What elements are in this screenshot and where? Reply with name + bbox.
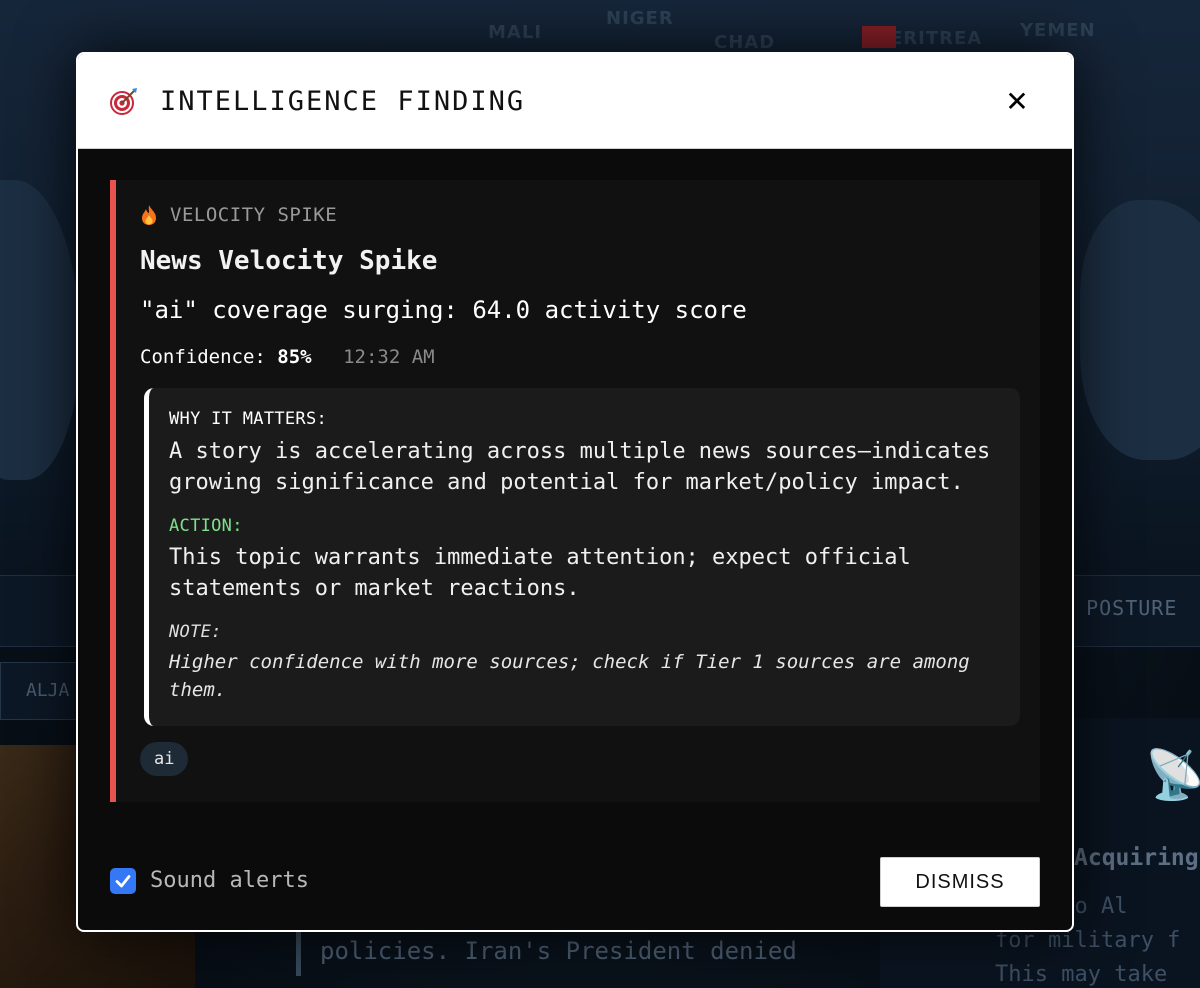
target-icon (110, 88, 137, 115)
dismiss-button[interactable]: DISMISS (880, 857, 1040, 907)
map-landmass (0, 180, 80, 480)
finding-type: VELOCITY SPIKE (140, 204, 337, 226)
sound-alerts-checkbox[interactable] (110, 868, 136, 894)
posture-panel-title: C POSTURE (1060, 596, 1178, 620)
map-landmass (1080, 200, 1200, 460)
map-label-country: MALI (488, 22, 543, 43)
why-it-matters-text: A story is accelerating across multiple … (169, 439, 991, 495)
fire-icon (142, 205, 156, 225)
sound-alerts-toggle[interactable]: Sound alerts (110, 866, 309, 896)
map-label-country: NIGER (606, 8, 674, 29)
finding-timestamp: 12:32 AM (343, 346, 435, 368)
map-label-country: YEMEN (1020, 20, 1096, 41)
satellite-dish-icon: 📡 (1145, 747, 1200, 803)
finding-type-label: VELOCITY SPIKE (170, 204, 338, 226)
insight-box: WHY IT MATTERS: A story is accelerating … (144, 388, 1020, 726)
map-label-country: CHAD (714, 32, 776, 53)
finding-summary: "ai" coverage surging: 64.0 activity sco… (140, 296, 747, 324)
map-label-country: ERITREA (890, 28, 983, 49)
map-marker-flag (862, 26, 896, 48)
confidence-value: 85% (277, 346, 312, 368)
confidence-label: Confidence: (140, 346, 266, 368)
status-card-heading: Acquiring (1074, 845, 1199, 871)
quote-bar (296, 930, 301, 976)
status-card-line: This may take 30 (995, 962, 1168, 987)
source-tab-label: ALJA (26, 680, 70, 701)
action-text: This topic warrants immediate attention;… (169, 545, 911, 601)
why-it-matters-label: WHY IT MATTERS: (169, 409, 328, 429)
checkmark-icon (115, 875, 131, 888)
note-text: Higher confidence with more sources; che… (169, 651, 970, 701)
news-snippet: policies. Iran's President denied (320, 937, 797, 965)
modal-header: INTELLIGENCE FINDING ✕ (78, 54, 1072, 149)
modal-title: INTELLIGENCE FINDING (160, 86, 526, 117)
close-button[interactable]: ✕ (1000, 84, 1034, 118)
finding-card: VELOCITY SPIKE News Velocity Spike "ai" … (110, 180, 1040, 802)
note-label: NOTE: (169, 622, 222, 642)
action-label: ACTION: (169, 516, 243, 536)
finding-meta: Confidence: 85% 12:32 AM (140, 344, 435, 370)
intelligence-finding-modal: INTELLIGENCE FINDING ✕ VELOCITY SPIKE Ne… (76, 52, 1074, 932)
finding-title: News Velocity Spike (140, 246, 438, 276)
topic-tag[interactable]: ai (140, 742, 189, 776)
sound-alerts-label: Sound alerts (150, 868, 309, 893)
close-icon: ✕ (1005, 84, 1029, 118)
